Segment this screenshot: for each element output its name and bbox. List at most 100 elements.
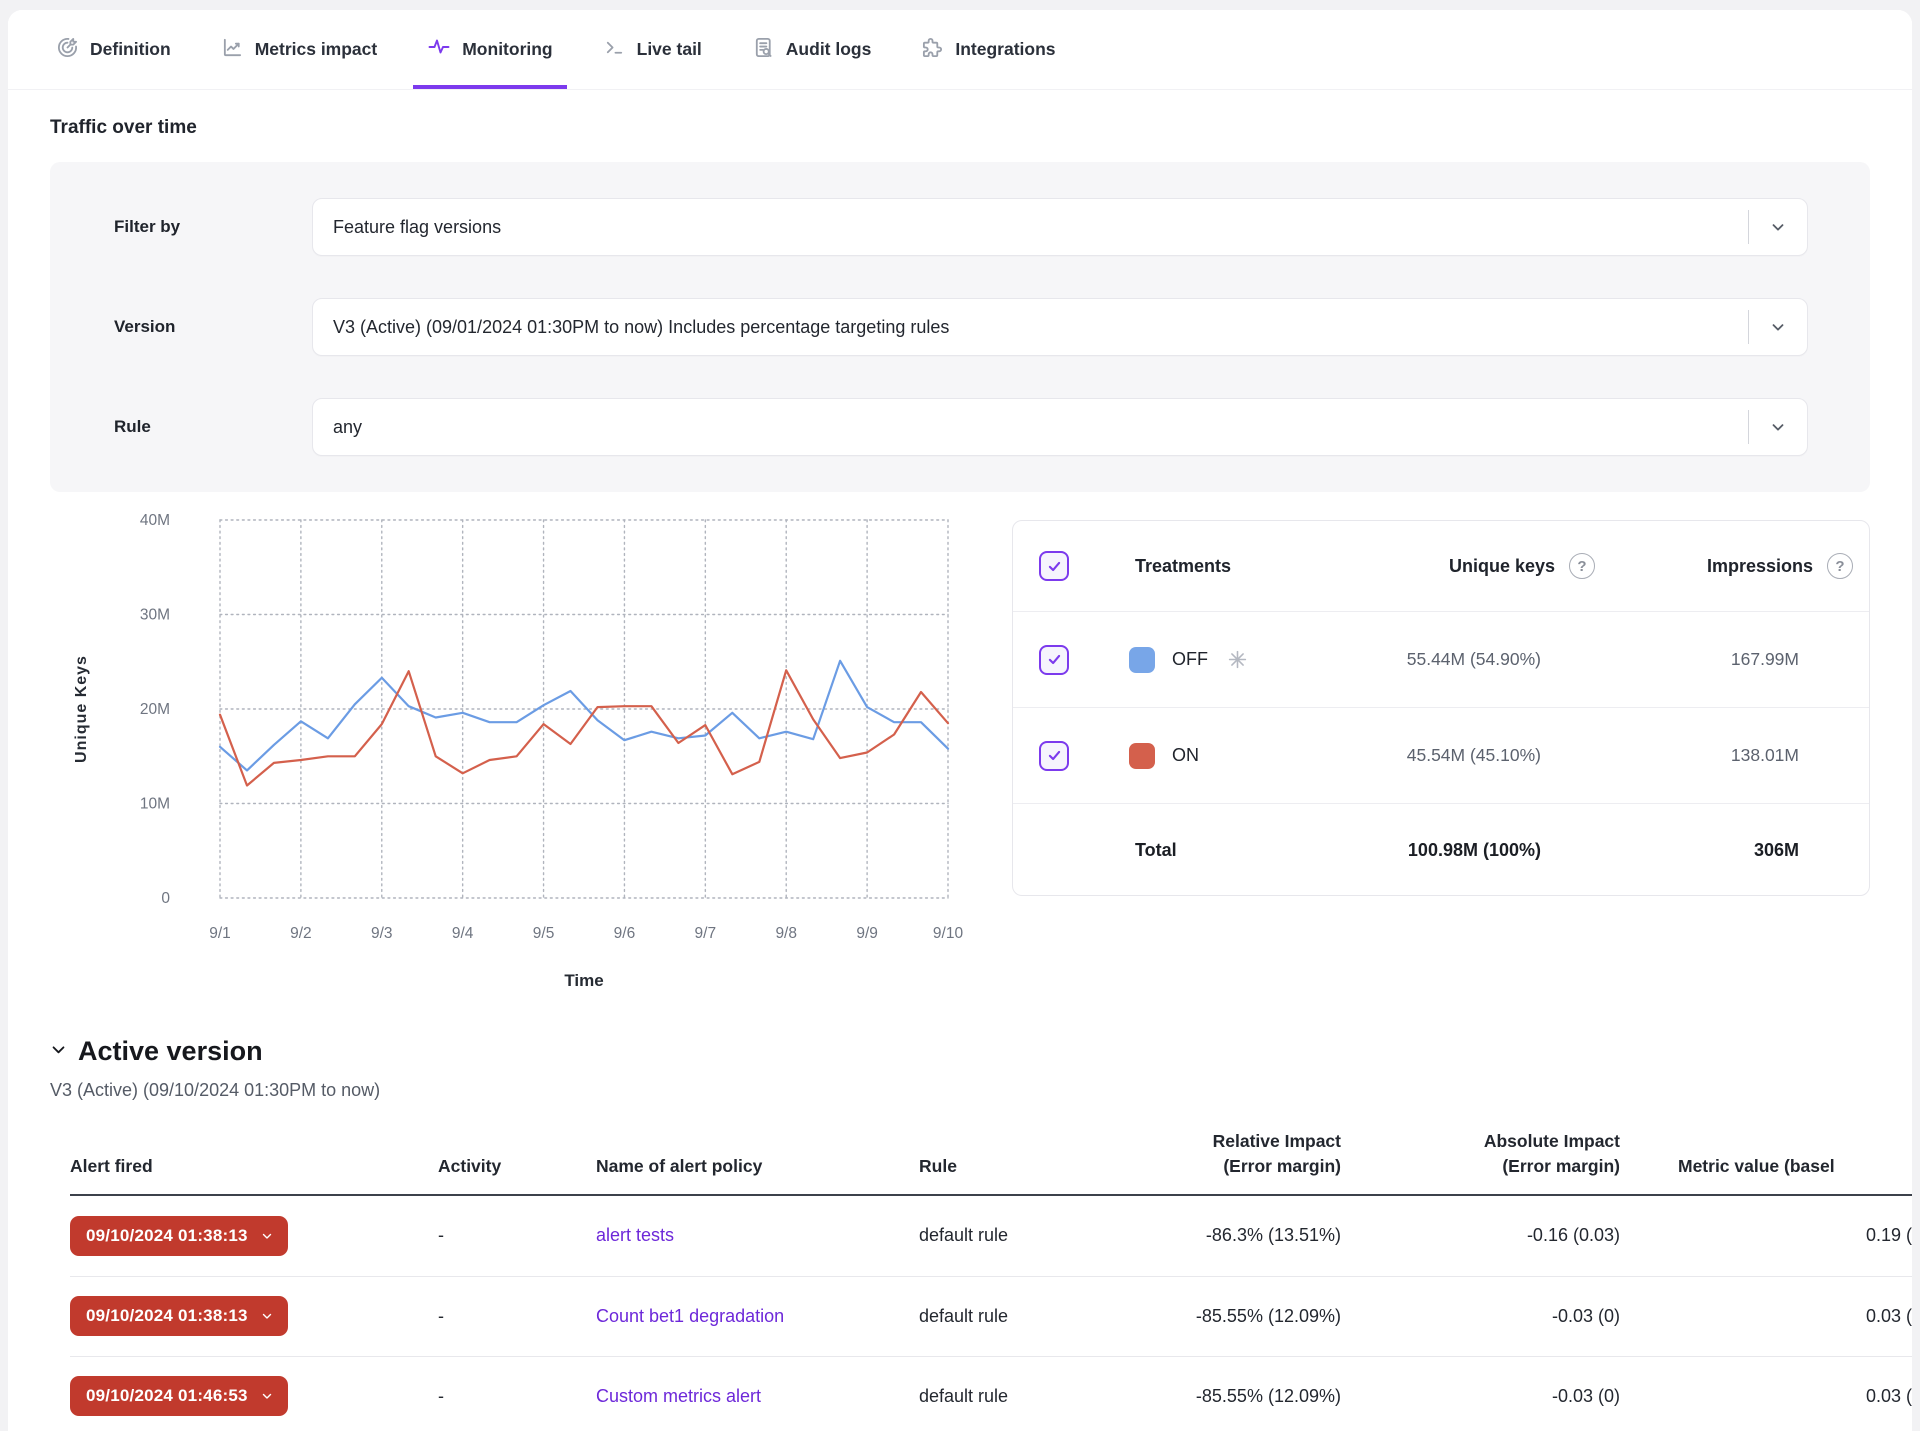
alert-fired-badge[interactable]: 09/10/2024 01:38:13 bbox=[70, 1296, 288, 1336]
svg-text:9/8: 9/8 bbox=[775, 925, 797, 942]
version-select[interactable]: V3 (Active) (09/01/2024 01:30PM to now) … bbox=[312, 298, 1808, 356]
tab-audit-logs[interactable]: Audit logs bbox=[738, 10, 886, 89]
treatments-column-header: Treatments bbox=[1115, 556, 1281, 577]
svg-text:9/3: 9/3 bbox=[371, 925, 393, 942]
pulse-icon bbox=[427, 35, 451, 64]
tab-metrics-impact[interactable]: Metrics impact bbox=[207, 10, 392, 89]
on-color-swatch bbox=[1129, 743, 1155, 769]
metric-value-cell: 0.03 ( bbox=[1620, 1386, 1912, 1407]
treatment-row-on: ON 45.54M (45.10%) 138.01M bbox=[1013, 707, 1869, 803]
col-alert-fired: Alert fired bbox=[70, 1154, 438, 1179]
off-impressions: 167.99M bbox=[1607, 649, 1819, 670]
chevron-down-icon bbox=[260, 1309, 274, 1323]
svg-text:9/10: 9/10 bbox=[933, 925, 964, 942]
svg-text:Unique Keys: Unique Keys bbox=[73, 655, 90, 763]
chevron-down-icon[interactable] bbox=[1749, 318, 1807, 336]
active-version-subtitle: V3 (Active) (09/10/2024 01:30PM to now) bbox=[50, 1080, 1870, 1101]
default-treatment-icon bbox=[1227, 649, 1248, 670]
impressions-column-header: Impressions bbox=[1607, 556, 1819, 577]
alert-fired-time: 09/10/2024 01:38:13 bbox=[86, 1226, 248, 1246]
relative-impact-cell: -85.55% (12.09%) bbox=[1149, 1306, 1341, 1327]
table-row: 09/10/2024 01:38:13 - Count bet1 degrada… bbox=[70, 1276, 1912, 1356]
absolute-impact-cell: -0.03 (0) bbox=[1341, 1386, 1620, 1407]
select-all-checkbox[interactable] bbox=[1039, 551, 1069, 581]
total-label: Total bbox=[1115, 840, 1281, 861]
svg-text:9/9: 9/9 bbox=[856, 925, 878, 942]
activity-cell: - bbox=[438, 1225, 596, 1246]
chevron-down-icon[interactable] bbox=[1749, 418, 1807, 436]
tab-live-tail[interactable]: Live tail bbox=[589, 10, 716, 89]
on-checkbox[interactable] bbox=[1039, 741, 1069, 771]
table-row: 09/10/2024 01:46:53 - Custom metrics ale… bbox=[70, 1356, 1912, 1431]
tab-bar: Definition Metrics impact Monitoring Liv… bbox=[8, 10, 1912, 90]
absolute-impact-cell: -0.03 (0) bbox=[1341, 1306, 1620, 1327]
rule-select[interactable]: any bbox=[312, 398, 1808, 456]
active-version-section: Active version V3 (Active) (09/10/2024 0… bbox=[50, 1036, 1870, 1101]
collapse-chevron-icon[interactable] bbox=[50, 1041, 67, 1063]
terminal-icon bbox=[603, 36, 626, 64]
svg-text:30M: 30M bbox=[140, 607, 170, 624]
impressions-help-icon[interactable]: ? bbox=[1827, 553, 1853, 579]
alert-fired-time: 09/10/2024 01:38:13 bbox=[86, 1306, 248, 1326]
treatments-header-row: Treatments Unique keys ? Impressions ? bbox=[1013, 521, 1869, 611]
treatments-total-row: Total 100.98M (100%) 306M bbox=[1013, 803, 1869, 897]
tab-integrations[interactable]: Integrations bbox=[907, 10, 1069, 89]
treatments-panel: Treatments Unique keys ? Impressions ? O… bbox=[1012, 520, 1870, 896]
metric-value-cell: 0.03 ( bbox=[1620, 1306, 1912, 1327]
svg-text:0: 0 bbox=[161, 890, 170, 907]
absolute-impact-cell: -0.16 (0.03) bbox=[1341, 1225, 1620, 1246]
filter-by-select[interactable]: Feature flag versions bbox=[312, 198, 1808, 256]
unique-keys-help-icon[interactable]: ? bbox=[1569, 553, 1595, 579]
off-checkbox[interactable] bbox=[1039, 645, 1069, 675]
tab-label: Definition bbox=[90, 39, 171, 60]
puzzle-icon bbox=[921, 36, 944, 64]
tab-definition[interactable]: Definition bbox=[42, 10, 185, 89]
tab-label: Monitoring bbox=[462, 39, 552, 60]
col-metric-value: Metric value (basel bbox=[1620, 1154, 1912, 1179]
alert-fired-badge[interactable]: 09/10/2024 01:38:13 bbox=[70, 1216, 288, 1256]
tab-monitoring[interactable]: Monitoring bbox=[413, 10, 566, 89]
alert-fired-cell: 09/10/2024 01:38:13 bbox=[70, 1296, 438, 1336]
activity-cell: - bbox=[438, 1386, 596, 1407]
rule-label: Rule bbox=[114, 417, 312, 437]
svg-text:20M: 20M bbox=[140, 701, 170, 718]
unique-keys-column-header: Unique keys bbox=[1281, 556, 1561, 577]
relative-impact-cell: -86.3% (13.51%) bbox=[1149, 1225, 1341, 1246]
tab-label: Live tail bbox=[637, 39, 702, 60]
alert-policy-link[interactable]: Custom metrics alert bbox=[596, 1386, 761, 1406]
chevron-down-icon bbox=[260, 1229, 274, 1243]
svg-text:10M: 10M bbox=[140, 796, 170, 813]
alerts-table: Alert fired Activity Name of alert polic… bbox=[70, 1129, 1912, 1431]
filter-row-version: Version V3 (Active) (09/01/2024 01:30PM … bbox=[114, 298, 1808, 356]
alert-fired-time: 09/10/2024 01:46:53 bbox=[86, 1386, 248, 1406]
policy-cell: alert tests bbox=[596, 1225, 919, 1246]
chevron-down-icon bbox=[260, 1389, 274, 1403]
svg-text:9/4: 9/4 bbox=[452, 925, 474, 942]
target-dart-icon bbox=[56, 36, 79, 64]
col-rule: Rule bbox=[919, 1154, 1149, 1179]
table-row: 09/10/2024 01:38:13 - alert tests defaul… bbox=[70, 1196, 1912, 1276]
col-activity: Activity bbox=[438, 1154, 596, 1179]
active-version-title: Active version bbox=[78, 1036, 263, 1067]
svg-text:Time: Time bbox=[564, 971, 603, 990]
col-absolute-impact: Absolute Impact(Error margin) bbox=[1341, 1129, 1620, 1180]
total-unique-keys: 100.98M (100%) bbox=[1281, 840, 1561, 861]
col-relative-impact: Relative Impact(Error margin) bbox=[1149, 1129, 1341, 1180]
filter-row-filter-by: Filter by Feature flag versions bbox=[114, 198, 1808, 256]
svg-text:9/6: 9/6 bbox=[614, 925, 636, 942]
policy-cell: Custom metrics alert bbox=[596, 1386, 919, 1407]
off-color-swatch bbox=[1129, 647, 1155, 673]
svg-text:9/1: 9/1 bbox=[209, 925, 231, 942]
alert-fired-badge[interactable]: 09/10/2024 01:46:53 bbox=[70, 1376, 288, 1416]
tab-label: Metrics impact bbox=[255, 39, 378, 60]
alert-policy-link[interactable]: alert tests bbox=[596, 1225, 674, 1245]
tab-label: Integrations bbox=[955, 39, 1055, 60]
main-card: Definition Metrics impact Monitoring Liv… bbox=[8, 10, 1912, 1431]
alert-fired-cell: 09/10/2024 01:38:13 bbox=[70, 1216, 438, 1256]
on-impressions: 138.01M bbox=[1607, 745, 1819, 766]
version-label: Version bbox=[114, 317, 312, 337]
alert-fired-cell: 09/10/2024 01:46:53 bbox=[70, 1376, 438, 1416]
chevron-down-icon[interactable] bbox=[1749, 218, 1807, 236]
on-unique-keys: 45.54M (45.10%) bbox=[1281, 745, 1561, 766]
alert-policy-link[interactable]: Count bet1 degradation bbox=[596, 1306, 784, 1326]
